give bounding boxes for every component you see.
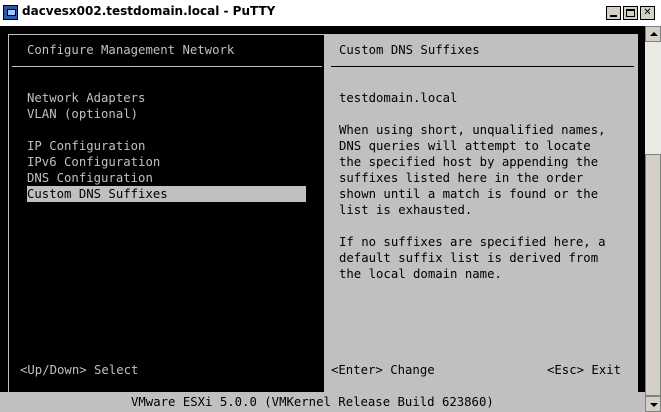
menu-item-vlan[interactable]: VLAN (optional) [27, 106, 138, 122]
note-line: If no suffixes are specified here, a [339, 235, 606, 249]
terminal-console[interactable]: Configure Management Network Network Ada… [0, 26, 645, 412]
vertical-scrollbar[interactable] [645, 26, 661, 412]
status-bar-text: VMware ESXi 5.0.0 (VMKernel Release Buil… [131, 395, 494, 409]
close-button[interactable]: ✕ [640, 6, 655, 20]
note-line: the local domain name. [339, 267, 502, 281]
menu-pane-divider [12, 66, 322, 67]
change-hint: <Enter> Change [331, 363, 435, 377]
close-icon: ✕ [643, 7, 652, 18]
scroll-down-icon[interactable] [645, 396, 661, 412]
description-line: DNS queries will attempt to locate [339, 139, 591, 153]
minimize-button[interactable] [606, 6, 621, 20]
menu-pane-title: Configure Management Network [27, 43, 235, 57]
detail-pane-divider [331, 66, 634, 67]
detail-pane-title: Custom DNS Suffixes [339, 43, 480, 57]
window-titlebar[interactable]: dacvesx002.testdomain.local - PuTTY ✕ [0, 0, 661, 27]
menu-item-custom-dns-suffixes[interactable]: Custom DNS Suffixes [27, 186, 306, 202]
note-line: default suffix list is derived from [339, 251, 599, 265]
maximize-icon [626, 9, 635, 17]
exit-hint: <Esc> Exit [547, 363, 622, 377]
description-line: the specified host by appending the [339, 155, 599, 169]
status-bar: VMware ESXi 5.0.0 (VMKernel Release Buil… [0, 392, 645, 412]
description-line: shown until a match is found or the [339, 187, 599, 201]
scroll-up-icon[interactable] [645, 26, 661, 42]
menu-item-network-adapters[interactable]: Network Adapters [27, 90, 145, 106]
minimize-icon [610, 15, 617, 17]
description-line: When using short, unqualified names, [339, 123, 606, 137]
menu-item-dns-configuration[interactable]: DNS Configuration [27, 170, 153, 186]
menu-item-ip-configuration[interactable]: IP Configuration [27, 138, 145, 154]
maximize-button[interactable] [623, 6, 638, 20]
description-line: list is exhausted. [339, 203, 473, 217]
current-dns-suffix-value: testdomain.local [339, 91, 458, 105]
putty-icon[interactable] [3, 5, 18, 20]
scrollbar-thumb[interactable] [645, 154, 661, 396]
menu-footer-hint: <Up/Down> Select [20, 363, 139, 377]
description-line: suffixes listed here in the order [339, 171, 584, 185]
detail-pane: Custom DNS Suffixes testdomain.local Whe… [324, 34, 638, 412]
menu-item-ipv6-configuration[interactable]: IPv6 Configuration [27, 154, 160, 170]
menu-pane: Configure Management Network Network Ada… [8, 34, 324, 412]
window-title: dacvesx002.testdomain.local - PuTTY [22, 4, 276, 18]
